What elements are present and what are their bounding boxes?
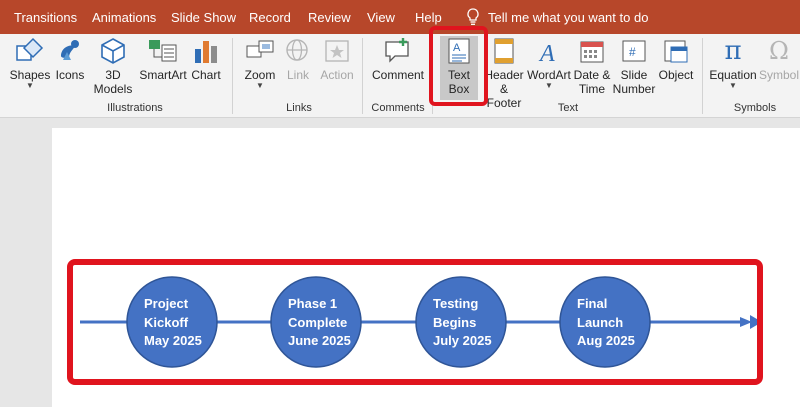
group-separator [702,38,703,114]
object-label: Object [658,68,694,82]
symbol-button[interactable]: Ω Symbol [758,36,800,82]
header-footer-button[interactable]: Header & Footer [482,36,526,110]
chart-icon [195,41,217,63]
chevron-down-icon: ▼ [545,81,553,90]
pi-icon: π [724,36,742,66]
shapes-icon [16,37,44,61]
symbol-label: Symbol [758,68,799,82]
slide-number-label-1: Slide [620,68,648,82]
milestone-label: Begins [433,315,476,330]
date-time-button[interactable]: Date & Time [572,36,612,96]
smartart-icon [149,40,177,62]
illustrations-group-label: Illustrations [107,102,163,114]
comment-button[interactable]: Comment [370,36,426,82]
tab-view[interactable]: View [367,10,395,25]
milestone-label: Final [577,296,607,311]
tell-me-text: Tell me what you want to do [488,9,649,25]
milestone-date: July 2025 [433,333,492,348]
milestone-label: Phase 1 [288,296,337,311]
smartart-button[interactable]: SmartArt [138,36,188,82]
svg-text:#: # [629,45,636,59]
3d-models-button[interactable]: 3D Models [88,36,138,96]
calendar-icon [580,41,604,63]
equation-button[interactable]: π Equation ▼ [708,36,758,90]
date-time-label-1: Date & [573,68,611,82]
milestone-1[interactable]: Project Kickoff May 2025 [126,276,218,368]
wordart-label: WordArt [527,68,571,82]
tab-transitions[interactable]: Transitions [14,10,77,25]
comment-icon [385,38,409,63]
milestone-label: Launch [577,315,623,330]
globe-link-icon [286,39,308,61]
icons-icon [61,40,79,60]
tab-help[interactable]: Help [415,10,442,25]
date-time-label-2: Time [578,82,606,96]
header-footer-icon [494,38,514,64]
comment-label: Comment [371,68,424,82]
milestone-label: Project [144,296,189,311]
omega-icon: Ω [769,37,789,65]
slide-number-button[interactable]: # Slide Number [612,36,656,96]
zoom-icon [246,40,274,58]
tab-slide-show[interactable]: Slide Show [171,10,236,25]
milestone-date: May 2025 [144,333,202,348]
milestone-date: June 2025 [288,333,351,348]
object-icon [664,40,688,63]
group-separator [362,38,363,114]
chart-button[interactable]: Chart [190,36,222,82]
tab-record[interactable]: Record [249,10,291,25]
tab-review[interactable]: Review [308,10,351,25]
svg-text:A: A [538,41,555,65]
milestone-date: Aug 2025 [577,333,635,348]
header-footer-label-1: Header [484,68,524,82]
wordart-button[interactable]: A WordArt ▼ [526,36,572,90]
action-label: Action [320,68,354,82]
chart-label: Chart [191,68,221,82]
icons-button[interactable]: Icons [54,36,86,82]
links-group-label: Links [286,102,312,114]
comments-group-label: Comments [371,102,425,114]
lightbulb-icon [467,8,479,25]
milestone-label: Kickoff [144,315,189,330]
link-label: Link [286,68,309,82]
chevron-down-icon: ▼ [256,81,264,90]
shapes-label: Shapes [9,68,51,82]
tell-me-search[interactable]: Tell me what you want to do [466,8,648,26]
milestone-3[interactable]: Testing Begins July 2025 [415,276,507,368]
ribbon-insert: Shapes ▼ Icons 3D Models SmartArt Chart … [0,26,800,118]
zoom-label: Zoom [244,68,276,82]
slide-number-icon: # [622,40,646,62]
shapes-button[interactable]: Shapes ▼ [8,36,52,90]
text-box-highlight [429,26,488,106]
zoom-button[interactable]: Zoom ▼ [242,36,278,90]
tab-animations[interactable]: Animations [92,10,156,25]
chevron-down-icon: ▼ [729,81,737,90]
wordart-icon: A [538,41,555,65]
milestone-2[interactable]: Phase 1 Complete June 2025 [270,276,362,368]
symbols-group-label: Symbols [733,102,777,114]
smartart-label: SmartArt [139,68,187,82]
icons-label: Icons [55,68,85,82]
slide-number-label-2: Number [612,82,656,96]
chevron-down-icon: ▼ [26,81,34,90]
equation-label: Equation [709,68,757,82]
3d-models-label-2: Models [93,82,133,96]
cube-icon [101,38,125,64]
milestone-label: Complete [288,315,347,330]
milestone-label: Testing [433,296,478,311]
ribbon-tab-bar: Transitions Animations Slide Show Record… [0,0,800,34]
group-separator [232,38,233,114]
milestone-4[interactable]: Final Launch Aug 2025 [559,276,651,368]
3d-models-label-1: 3D [105,68,121,82]
action-star-icon [325,40,349,62]
action-button[interactable]: Action [318,36,356,82]
link-button[interactable]: Link [283,36,313,82]
object-button[interactable]: Object [656,36,696,82]
